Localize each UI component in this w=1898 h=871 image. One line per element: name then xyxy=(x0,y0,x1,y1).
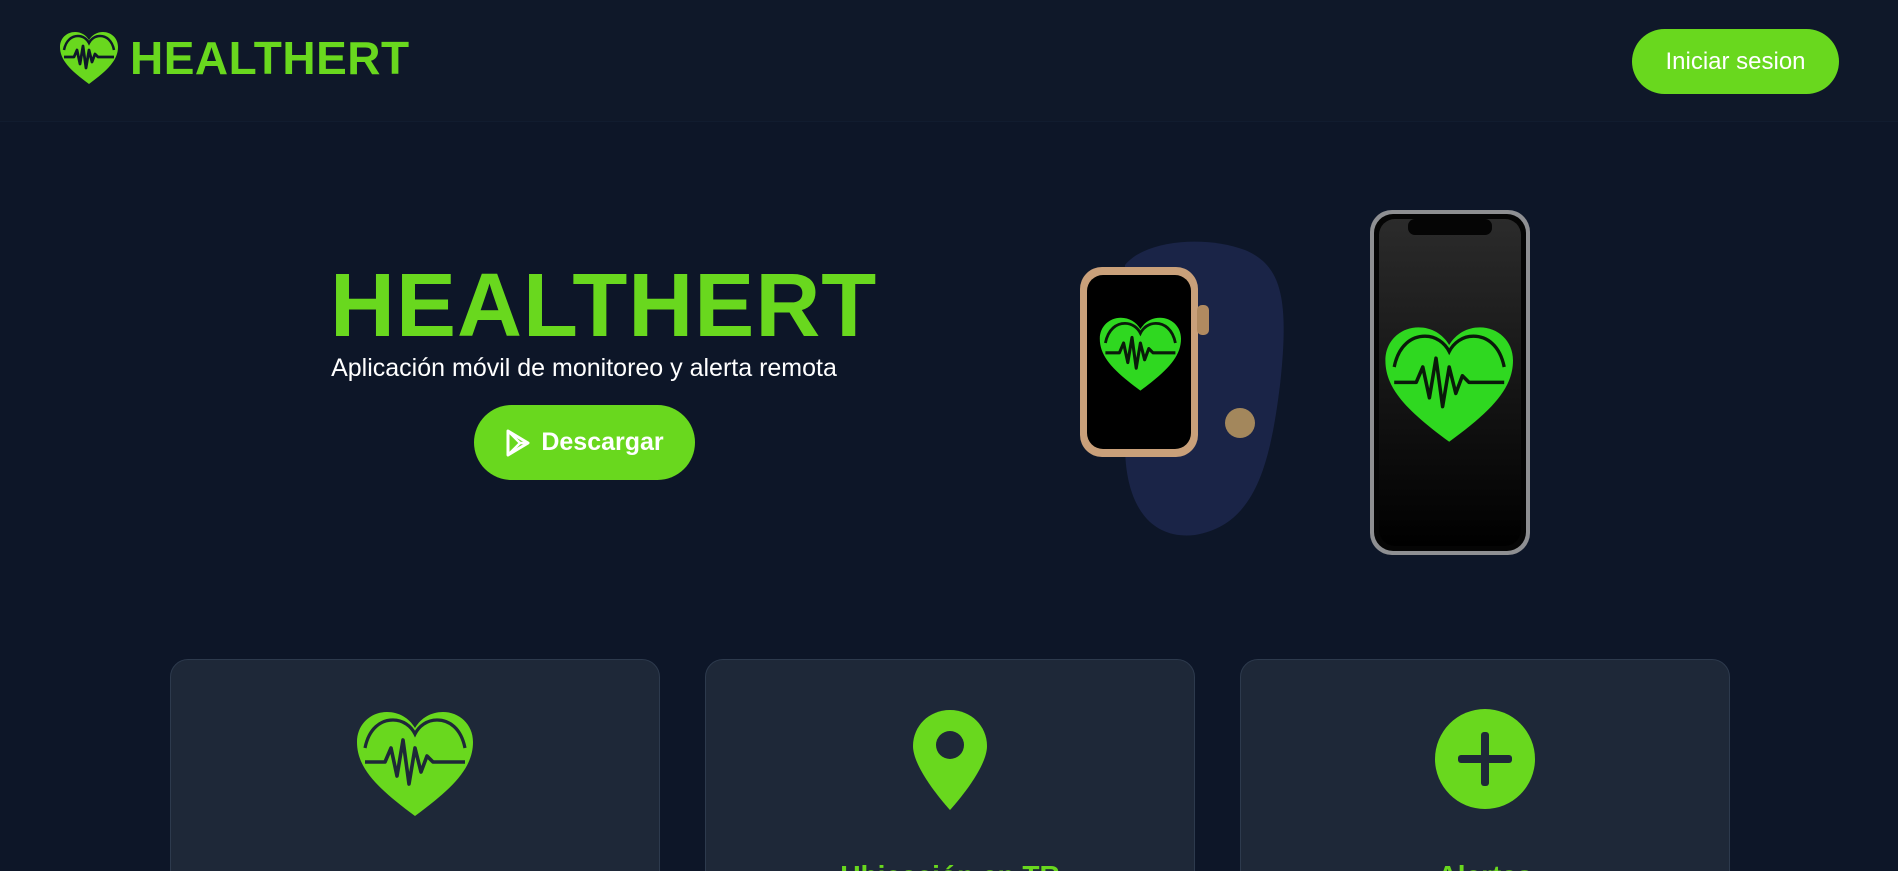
brand-logo[interactable]: HEALTHERT xyxy=(58,30,410,85)
landing-page: HEALTHERT Iniciar sesion HEALTHERT Aplic… xyxy=(0,0,1898,871)
smartwatch-image xyxy=(1080,241,1284,536)
location-pin-icon xyxy=(913,710,987,810)
login-button[interactable]: Iniciar sesion xyxy=(1632,29,1839,94)
download-label: Descargar xyxy=(541,428,664,456)
devices-illustration xyxy=(1080,210,1530,555)
plus-circle-icon xyxy=(1435,709,1535,809)
feature-title: Alertas xyxy=(1241,860,1729,871)
heart-pulse-icon xyxy=(357,712,473,816)
brand-name: HEALTHERT xyxy=(130,31,410,84)
feature-card-monitoring xyxy=(170,659,660,871)
heart-pulse-icon xyxy=(60,31,118,84)
hero-subtitle: Aplicación móvil de monitoreo y alerta r… xyxy=(331,354,837,382)
top-header: HEALTHERT Iniciar sesion xyxy=(0,0,1898,122)
smartphone-image xyxy=(1370,210,1530,555)
feature-card-alerts: Alertas xyxy=(1240,659,1730,871)
feature-title: Ubicación en TR xyxy=(706,860,1194,871)
hero-title: HEALTHERT xyxy=(330,256,878,356)
play-store-icon xyxy=(506,429,530,456)
feature-card-location: Ubicación en TR xyxy=(705,659,1195,871)
download-button[interactable]: Descargar xyxy=(474,405,695,480)
